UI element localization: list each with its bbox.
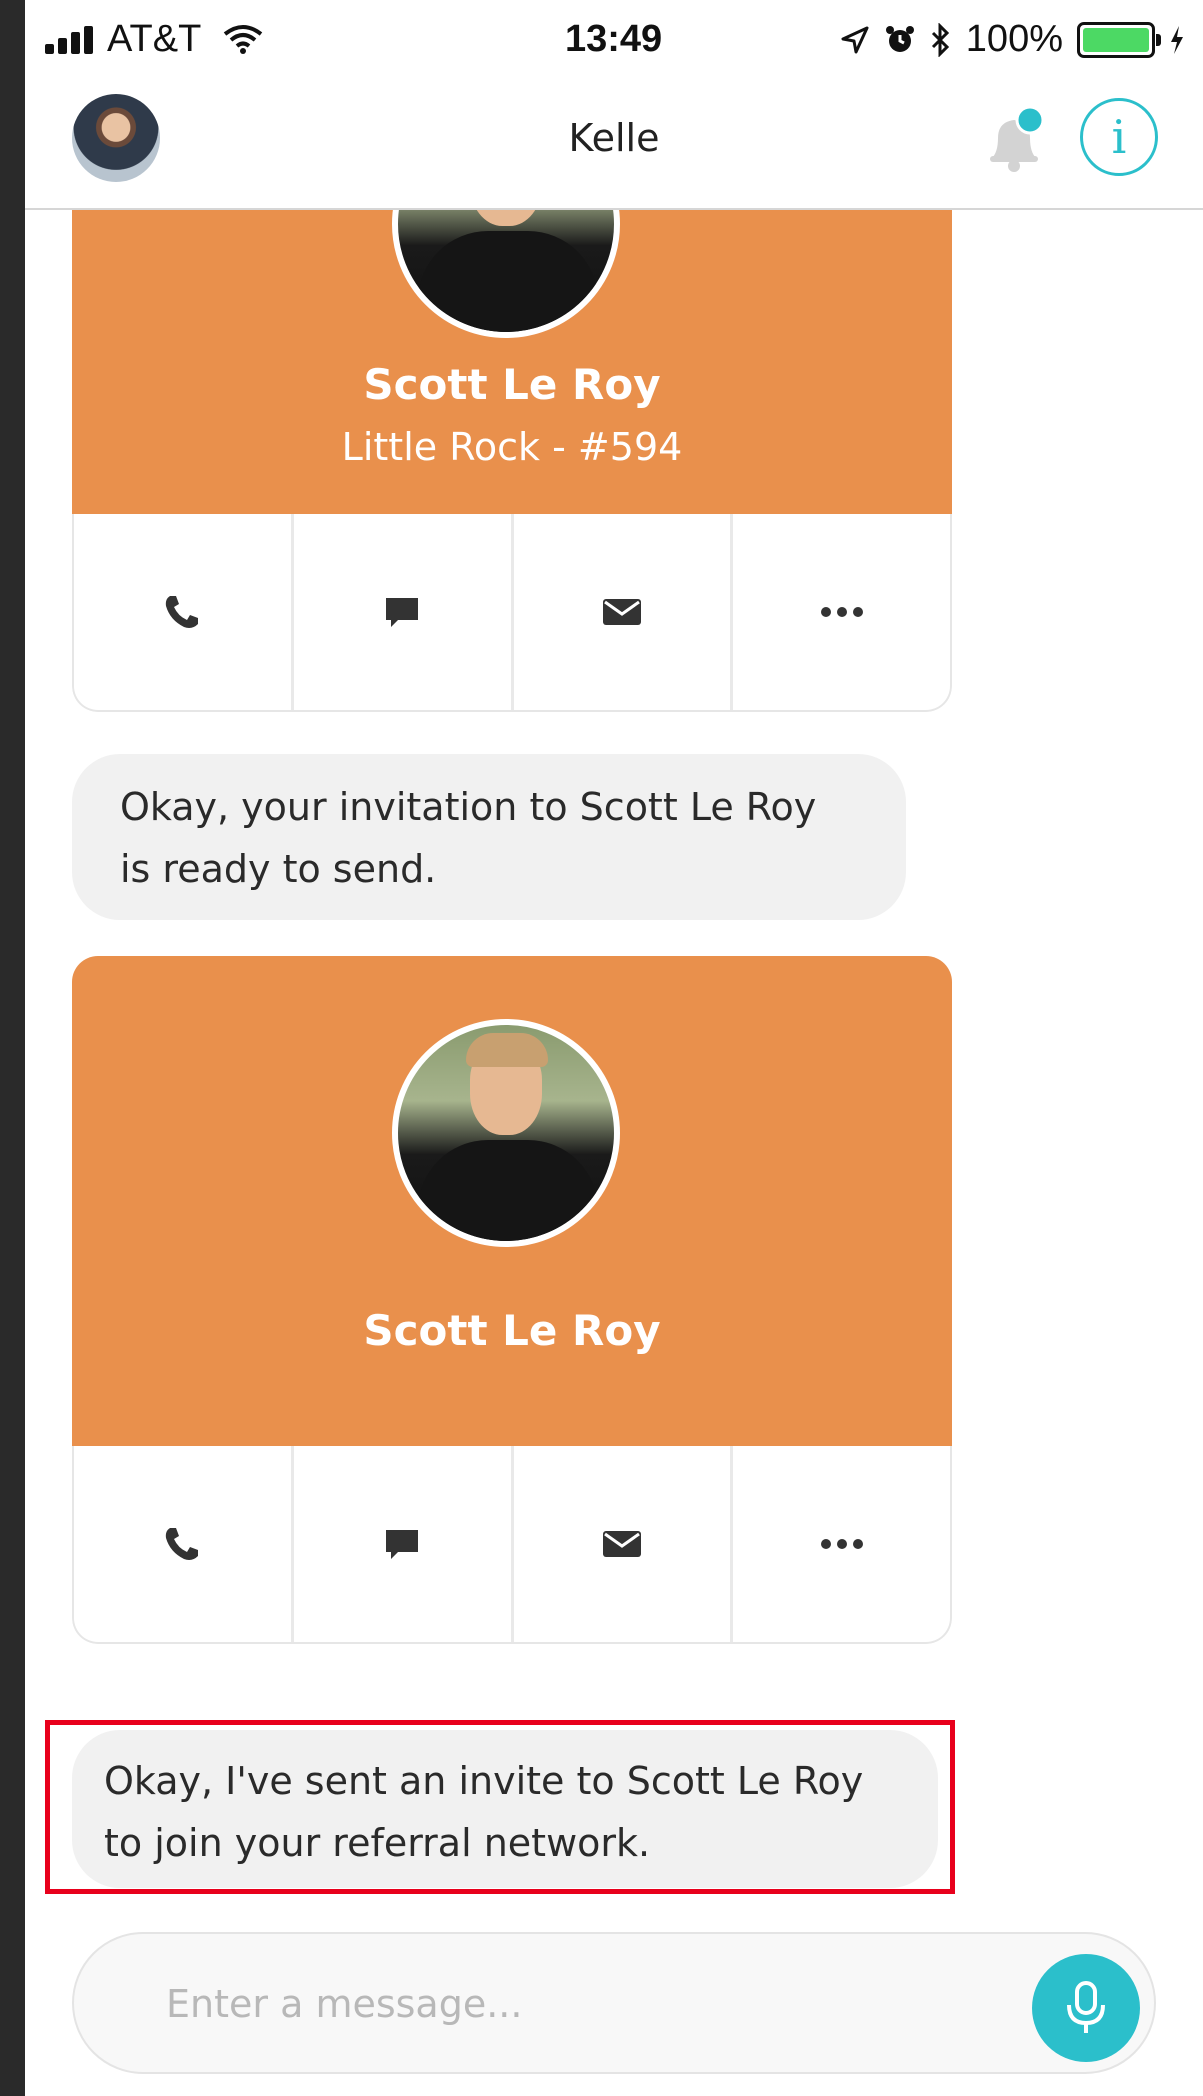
info-icon: i (1111, 110, 1127, 164)
highlight-box (45, 1720, 955, 1894)
email-button[interactable] (514, 514, 734, 710)
status-right-group: 100% (840, 18, 1185, 61)
bell-icon[interactable] (980, 106, 1050, 176)
phone-icon (166, 1528, 199, 1560)
signal-strength-icon (45, 26, 93, 54)
contact-name: Scott Le Roy (363, 360, 661, 409)
wifi-icon (223, 25, 263, 54)
mail-icon (602, 1531, 641, 1557)
call-button[interactable] (74, 1446, 294, 1642)
alarm-icon (885, 25, 914, 52)
contact-actions (72, 514, 952, 712)
message-composer (72, 1932, 1156, 2074)
more-button[interactable] (733, 1446, 950, 1642)
message-button[interactable] (294, 514, 514, 710)
status-bar: AT&T 13:49 100% (25, 0, 1203, 80)
battery-percent: 100% (965, 18, 1063, 60)
chat-message-1: Okay, your invitation to Scott Le Roy is… (72, 754, 906, 920)
more-icon (820, 607, 863, 617)
chat-icon (386, 598, 419, 627)
phone-icon (166, 596, 199, 628)
email-button[interactable] (514, 1446, 734, 1642)
call-button[interactable] (74, 514, 294, 710)
message-button[interactable] (294, 1446, 514, 1642)
message-line: is ready to send. (120, 847, 437, 891)
contact-name: Scott Le Roy (363, 1306, 661, 1355)
contact-card-2: Scott Le Roy (72, 956, 952, 1644)
contact-photo (392, 1019, 620, 1247)
status-time: 13:49 (565, 18, 663, 60)
info-button[interactable]: i (1080, 98, 1158, 176)
microphone-icon (1067, 1981, 1105, 2033)
contact-card-header: Scott Le Roy (72, 956, 952, 1446)
message-line: Okay, your invitation to Scott Le Roy (120, 785, 817, 829)
battery-icon (1077, 21, 1161, 58)
mic-button[interactable] (1032, 1954, 1140, 2062)
mail-icon (602, 599, 641, 625)
carrier-label: AT&T (107, 18, 202, 60)
bluetooth-icon (931, 22, 949, 57)
location-arrow-icon (841, 26, 869, 53)
contact-actions (72, 1446, 952, 1644)
more-button[interactable] (733, 514, 950, 710)
message-input[interactable] (164, 1968, 988, 2040)
chat-icon (386, 1530, 419, 1559)
charging-bolt-icon (1171, 25, 1183, 54)
phone-screen: AT&T 13:49 100% Kelle i Scott Le Roy Lit… (25, 0, 1203, 2096)
more-icon (820, 1539, 863, 1549)
contact-subtitle: Little Rock - #594 (341, 425, 683, 469)
top-nav-bar: Kelle i (25, 80, 1203, 210)
